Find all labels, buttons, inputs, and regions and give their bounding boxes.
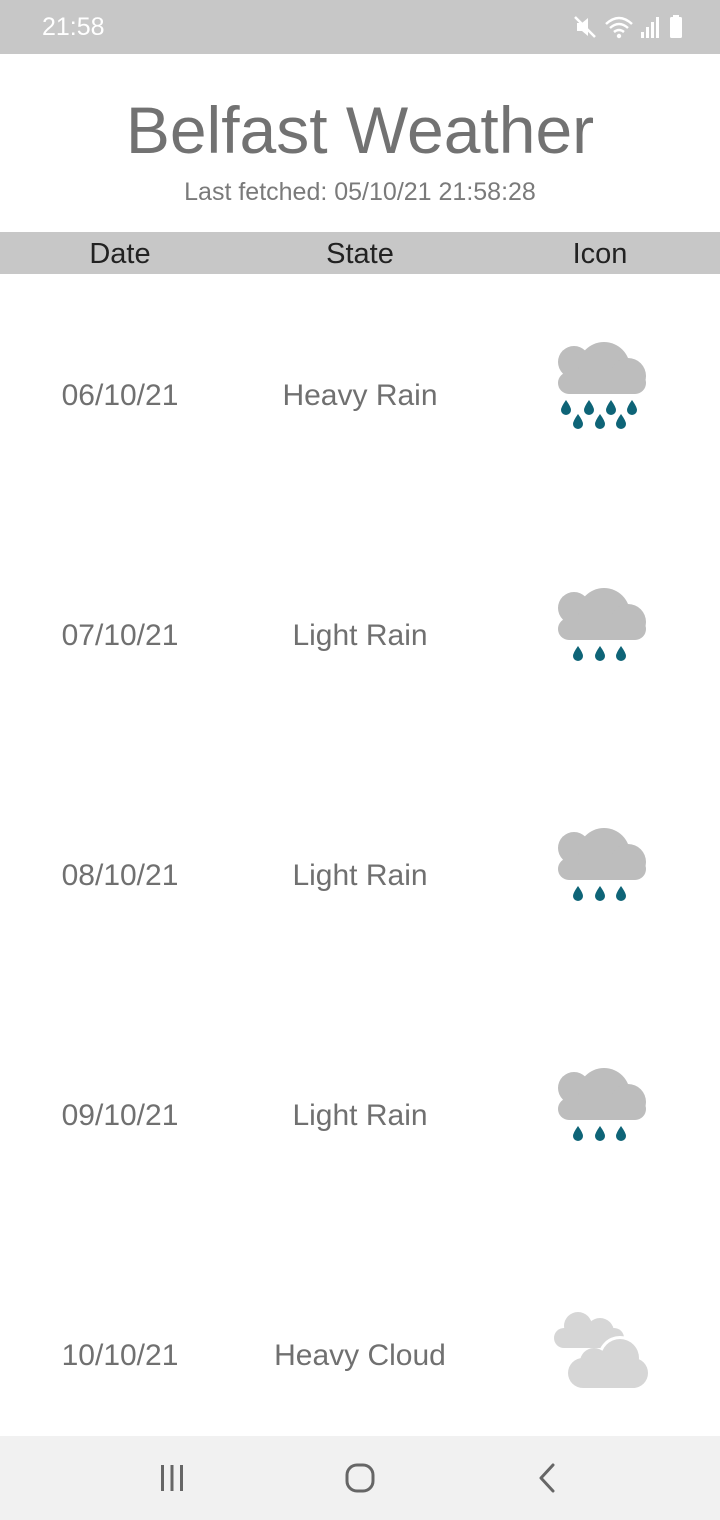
forecast-date: 08/10/21 (61, 859, 179, 892)
column-header-state: State (326, 238, 394, 270)
light-rain-icon (550, 822, 650, 922)
forecast-state: Light Rain (292, 1099, 428, 1132)
heavy-cloud-icon (550, 1302, 650, 1402)
forecast-state: Light Rain (292, 859, 428, 892)
home-icon[interactable] (340, 1458, 380, 1498)
forecast-row[interactable]: 09/10/21 Light Rain (0, 994, 720, 1234)
column-header-bar: Date State Icon (0, 232, 720, 274)
system-nav-bar (0, 1436, 720, 1520)
forecast-row[interactable]: 07/10/21 Light Rain (0, 514, 720, 754)
heavy-rain-icon (550, 342, 650, 442)
forecast-row[interactable]: 06/10/21 Heavy Rain (0, 274, 720, 514)
status-time: 21:58 (42, 13, 105, 41)
mute-icon (572, 14, 598, 40)
forecast-row[interactable]: 10/10/21 Heavy Cloud (0, 1234, 720, 1436)
column-header-date: Date (89, 238, 151, 270)
forecast-date: 10/10/21 (61, 1339, 179, 1372)
back-icon[interactable] (528, 1458, 568, 1498)
forecast-state: Heavy Cloud (274, 1339, 446, 1372)
last-fetched-label: Last fetched: 05/10/21 21:58:28 (184, 178, 536, 206)
light-rain-icon (550, 582, 650, 682)
battery-icon (668, 14, 684, 40)
forecast-state: Light Rain (292, 619, 428, 652)
status-bar: 21:58 (0, 0, 720, 54)
forecast-date: 07/10/21 (61, 619, 179, 652)
light-rain-icon (550, 1062, 650, 1162)
recents-icon[interactable] (152, 1458, 192, 1498)
forecast-date: 06/10/21 (61, 379, 179, 412)
forecast-date: 09/10/21 (61, 1099, 179, 1132)
forecast-state: Heavy Rain (282, 379, 438, 412)
weather-screen: 21:58 Belfast Weather Last fetched: 05/1… (0, 0, 720, 1520)
column-header-icon: Icon (572, 238, 628, 270)
page-title: Belfast Weather (125, 93, 595, 167)
signal-icon (640, 14, 662, 40)
forecast-row[interactable]: 08/10/21 Light Rain (0, 754, 720, 994)
forecast-list[interactable]: 06/10/21 Heavy Rain 07/10/21 Light Rain … (0, 274, 720, 1436)
app-header: Belfast Weather Last fetched: 05/10/21 2… (0, 54, 720, 232)
status-icons (572, 13, 684, 41)
wifi-icon (604, 14, 634, 40)
